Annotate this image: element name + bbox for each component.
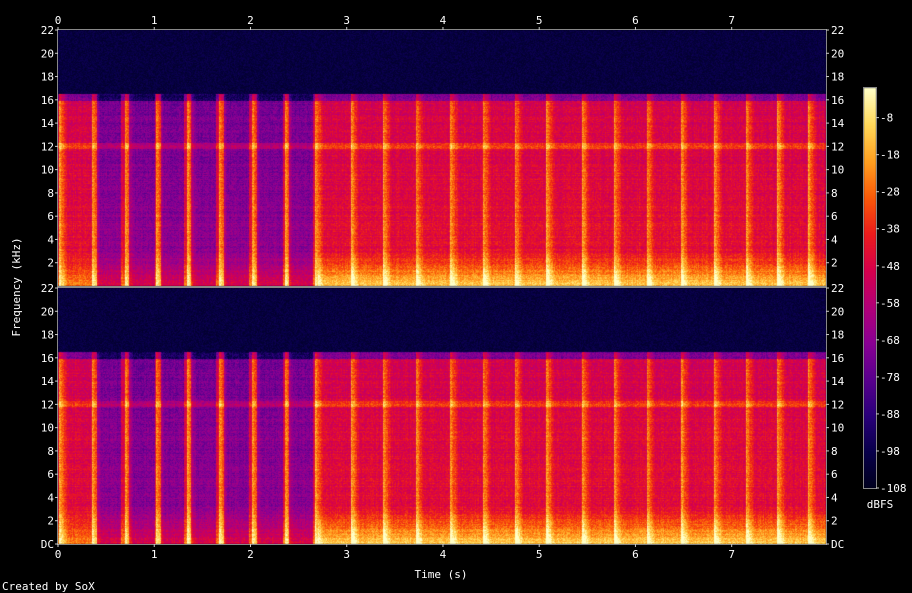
y-tick-label-left: 14: [41, 117, 55, 130]
y-tick-label-right: 18: [831, 329, 844, 342]
colorbar-tick-label: -88: [880, 408, 900, 421]
y-tick-label-right: 22: [831, 282, 844, 295]
y-tick-label-right: 10: [831, 422, 844, 435]
x-tick-label-top: 1: [151, 14, 158, 27]
x-tick-label-bottom: 0: [55, 548, 62, 561]
colorbar-tick-label: -28: [880, 186, 900, 199]
y-tick-label-left: 18: [41, 329, 54, 342]
y-tick-label-right: 20: [831, 305, 844, 318]
y-tick-label-right: 6: [831, 210, 838, 223]
y-tick-label-left: 22: [41, 282, 54, 295]
y-tick-label-right: 8: [831, 187, 838, 200]
x-tick-label-bottom: 6: [632, 548, 639, 561]
y-tick-label-left: 20: [41, 47, 54, 60]
y-tick-label-right: 16: [831, 94, 844, 107]
y-tick-label-left: 16: [41, 94, 54, 107]
y-tick-label-left: DC: [41, 538, 54, 551]
y-tick-label-right: 20: [831, 47, 844, 60]
colorbar-tick-label: -18: [880, 149, 900, 162]
y-tick-label-left: 2: [47, 257, 54, 270]
y-tick-label-right: 22: [831, 24, 844, 37]
y-tick-label-right: 14: [831, 375, 845, 388]
y-tick-label-left: 8: [47, 445, 54, 458]
colorbar-tick-label: -58: [880, 297, 900, 310]
y-tick-label-left: 2: [47, 515, 54, 528]
x-tick-label-bottom: 1: [151, 548, 158, 561]
x-tick-label-top: 4: [440, 14, 447, 27]
y-tick-label-right: 12: [831, 140, 844, 153]
y-tick-label-left: 4: [47, 491, 54, 504]
x-tick-label-top: 7: [728, 14, 735, 27]
y-tick-label-right: 6: [831, 468, 838, 481]
colorbar-tick-label: -78: [880, 371, 900, 384]
x-axis-label: Time (s): [415, 568, 468, 581]
y-tick-label-left: 6: [47, 210, 54, 223]
colorbar-tick-label: -68: [880, 334, 900, 347]
y-tick-label-left: 12: [41, 140, 54, 153]
y-tick-label-right: 16: [831, 352, 844, 365]
y-tick-label-right: DC: [831, 538, 844, 551]
x-tick-label-top: 2: [247, 14, 254, 27]
y-tick-label-right: 10: [831, 164, 844, 177]
y-tick-label-left: 20: [41, 305, 54, 318]
y-tick-label-left: 8: [47, 187, 54, 200]
colorbar-tick-label: -98: [880, 445, 900, 458]
y-tick-label-right: 2: [831, 515, 838, 528]
sox-credit: Created by SoX: [2, 580, 95, 593]
y-axis-label: Frequency (kHz): [10, 237, 23, 336]
y-tick-label-left: 14: [41, 375, 55, 388]
x-tick-label-bottom: 3: [343, 548, 350, 561]
y-tick-label-right: 4: [831, 233, 838, 246]
y-tick-label-left: 10: [41, 164, 54, 177]
x-tick-label-top: 0: [55, 14, 62, 27]
colorbar-tick-label: -8: [880, 112, 893, 125]
y-tick-label-right: 4: [831, 491, 838, 504]
y-tick-label-left: 6: [47, 468, 54, 481]
x-tick-label-bottom: 4: [440, 548, 447, 561]
colorbar-tick-label: -38: [880, 223, 900, 236]
x-tick-label-bottom: 2: [247, 548, 254, 561]
x-tick-label-top: 5: [536, 14, 543, 27]
y-tick-label-left: 16: [41, 352, 54, 365]
x-tick-label-bottom: 5: [536, 548, 543, 561]
x-tick-label-top: 3: [343, 14, 350, 27]
x-tick-label-top: 6: [632, 14, 639, 27]
y-tick-label-right: 2: [831, 257, 838, 270]
spectrogram-chart: 01234567 01234567 246810121416182022DC24…: [0, 0, 912, 593]
y-tick-label-right: 14: [831, 117, 845, 130]
y-tick-label-left: 12: [41, 398, 54, 411]
y-tick-label-right: 18: [831, 71, 844, 84]
y-tick-label-left: 22: [41, 24, 54, 37]
colorbar-tick-label: -108: [880, 482, 907, 495]
y-tick-label-left: 10: [41, 422, 54, 435]
x-tick-label-bottom: 7: [728, 548, 735, 561]
colorbar-tick-label: -48: [880, 260, 900, 273]
colorbar-label: dBFS: [867, 498, 894, 511]
y-tick-label-right: 12: [831, 398, 844, 411]
y-tick-label-right: 8: [831, 445, 838, 458]
y-tick-label-left: 4: [47, 233, 54, 246]
y-tick-label-left: 18: [41, 71, 54, 84]
spectrogram-image-container: [0, 0, 912, 593]
